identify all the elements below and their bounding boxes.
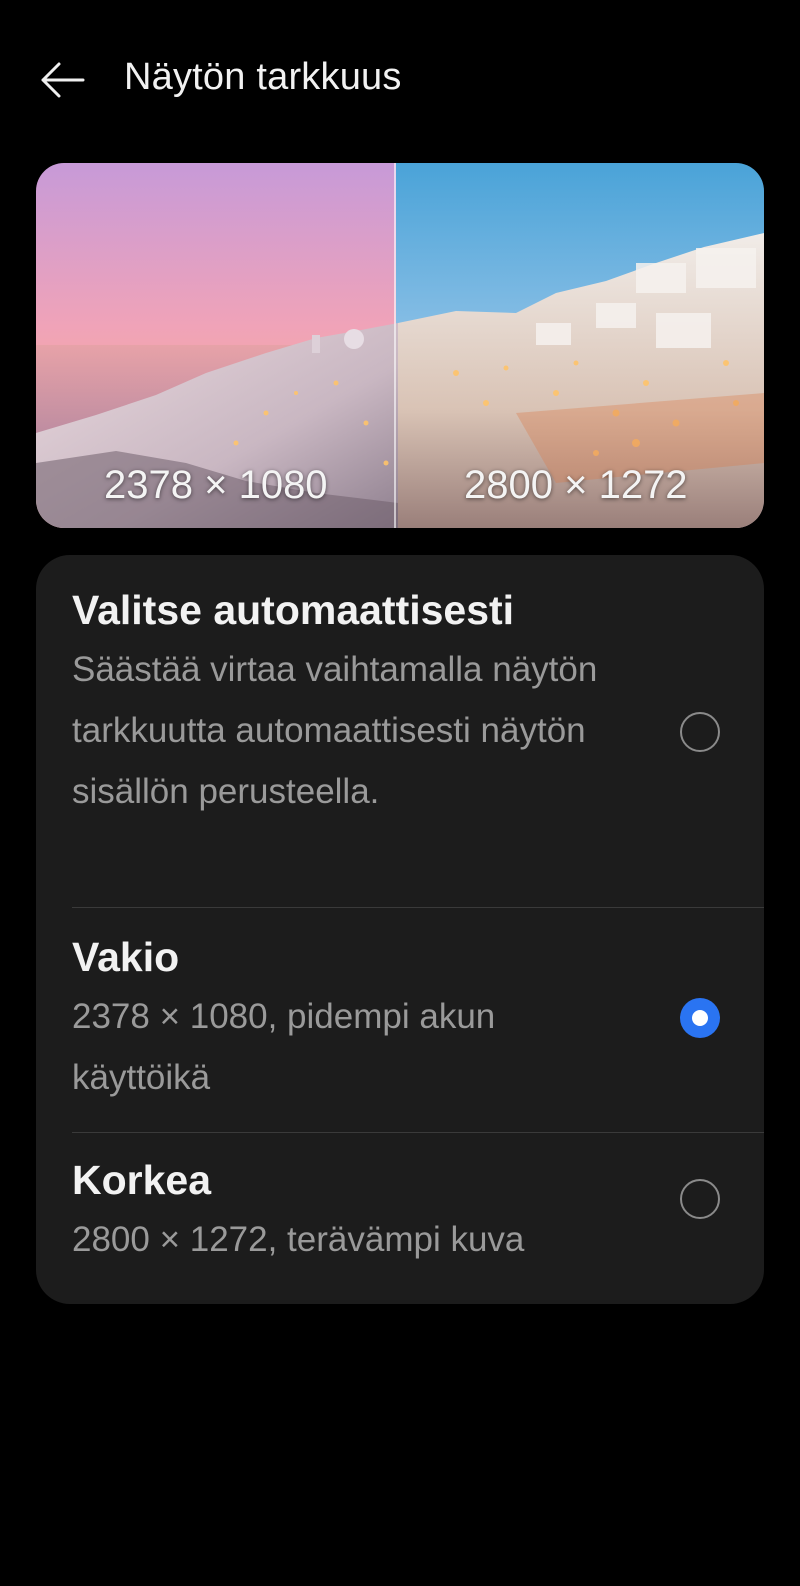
standard-resolution-label: 2378 × 1080 [104,463,328,507]
option-auto-radio[interactable] [680,712,720,752]
high-resolution-label: 2800 × 1272 [464,463,688,507]
option-high[interactable]: Korkea 2800 × 1272, terävämpi kuva [36,1133,764,1304]
page-title: Näytön tarkkuus [124,56,402,98]
option-standard-description: 2378 × 1080, pidempi akun käyttöikä [72,997,496,1097]
option-high-title: Korkea [72,1157,212,1203]
option-high-radio[interactable] [680,1179,720,1219]
option-standard[interactable]: Vakio 2378 × 1080, pidempi akun käyttöik… [36,908,764,1132]
option-auto[interactable]: Valitse automaattisesti Säästää virtaa v… [36,555,764,907]
app-header: Näytön tarkkuus [0,0,800,160]
option-standard-radio[interactable] [680,998,720,1038]
option-high-description: 2800 × 1272, terävämpi kuva [72,1220,525,1259]
arrow-left-icon [41,62,85,98]
resolution-preview-image: 2378 × 1080 2800 × 1272 [36,163,764,528]
resolution-options-card: Valitse automaattisesti Säästää virtaa v… [36,555,764,1304]
option-auto-description: Säästää virtaa vaihtamalla näytön tarkku… [72,650,598,811]
option-auto-title: Valitse automaattisesti [72,587,515,633]
option-standard-title: Vakio [72,934,180,980]
back-button[interactable] [30,50,94,110]
